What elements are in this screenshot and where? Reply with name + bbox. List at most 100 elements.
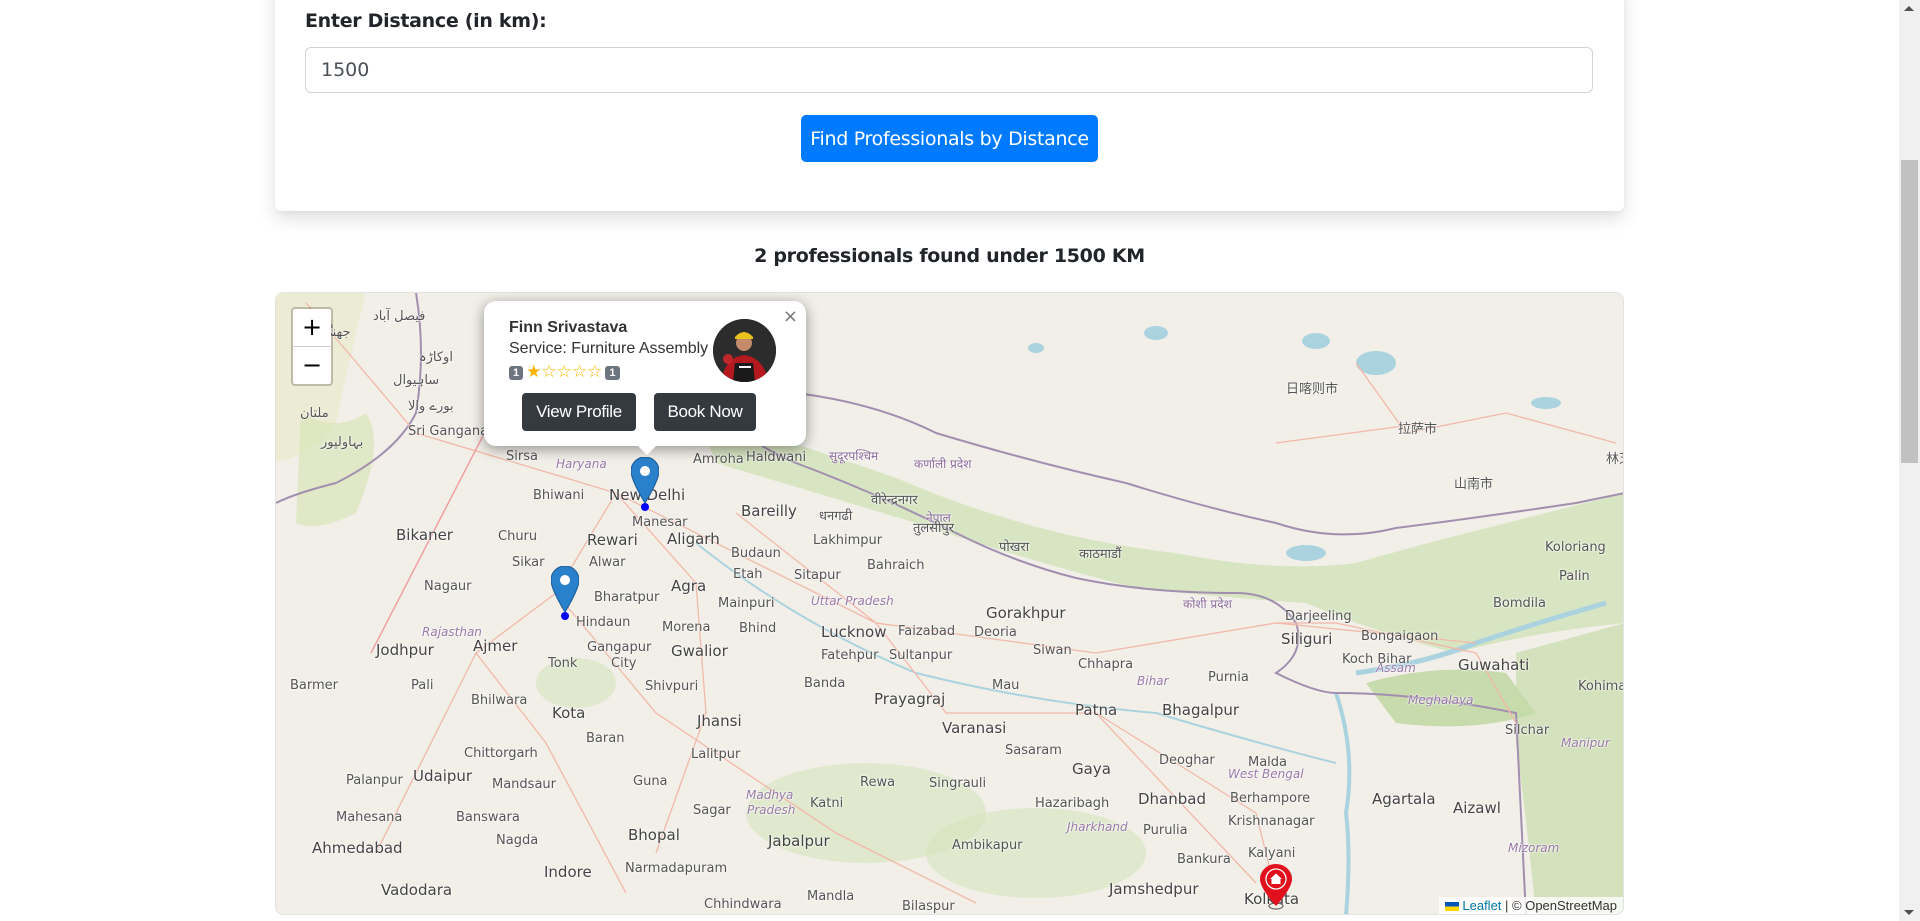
map-river: [1334, 692, 1352, 914]
map-place-label: Guwahati: [1458, 656, 1530, 674]
map-place-label: Narmadapuram: [625, 861, 728, 876]
map-place-label: Silchar: [1505, 723, 1550, 738]
map-place-label: Varanasi: [942, 719, 1007, 737]
star-filled-icon: ★: [526, 362, 542, 381]
view-profile-button[interactable]: View Profile: [522, 393, 636, 431]
map-place-label: Rewari: [587, 531, 638, 549]
map-place-label: Mizoram: [1508, 841, 1560, 855]
map-place-label: 林芝: [1606, 452, 1623, 467]
map-place-label: Indore: [544, 863, 592, 881]
map-place-label: सुदूरपश्चिम: [829, 449, 879, 463]
map-place-label: Etah: [733, 567, 763, 582]
map-place-label: Deoria: [974, 625, 1017, 640]
page: Enter Distance (in km): Find Professiona…: [0, 0, 1899, 921]
map-place-label: Chhapra: [1078, 657, 1134, 672]
map-place-label: Lakhimpur: [813, 533, 883, 548]
map-place-label: Agartala: [1372, 790, 1436, 808]
scrollbar-thumb[interactable]: [1901, 160, 1918, 463]
results-heading: 2 professionals found under 1500 KM: [754, 245, 1145, 267]
find-professionals-button[interactable]: Find Professionals by Distance: [801, 115, 1098, 162]
map-place-label: Bhiwani: [533, 488, 585, 503]
zoom-control: + −: [291, 307, 333, 386]
map-place-label: Chhindwara: [704, 897, 782, 912]
map-place-label: Gorakhpur: [986, 604, 1066, 622]
rating-row: 1 ★☆☆☆☆ 1: [509, 363, 620, 382]
home-marker-kolkata[interactable]: [1260, 864, 1292, 914]
map-place-label: Budaun: [731, 546, 781, 561]
map-place-label: Katni: [810, 796, 844, 811]
map-place-label: Jharkhand: [1067, 820, 1128, 834]
map-place-label: Palin: [1559, 569, 1590, 584]
map-place-label: Prayagraj: [874, 690, 946, 708]
professional-marker-jaipur[interactable]: [550, 565, 580, 617]
star-rating: ★☆☆☆☆: [526, 363, 602, 382]
rating-badge-left: 1: [509, 365, 524, 380]
map-place-label: Vadodara: [381, 881, 453, 899]
professional-service: Service: Furniture Assembly: [509, 340, 709, 357]
popup-close-button[interactable]: ×: [783, 306, 798, 327]
map-place-label: Alwar: [589, 555, 626, 570]
scroll-up-arrow-icon[interactable]: [1904, 6, 1914, 11]
map-place-label: Haldwani: [746, 450, 807, 465]
map-place-label: Aizawl: [1453, 799, 1501, 817]
map-place-label: Darjeeling: [1285, 609, 1352, 624]
professional-avatar: [713, 319, 776, 382]
star-empty-icon: ☆: [541, 362, 557, 381]
map-place-label: Manipur: [1561, 736, 1610, 750]
avatar-image: [713, 319, 776, 382]
map-place-label: Ajmer: [473, 637, 518, 655]
map-lake: [1144, 326, 1168, 340]
map-place-label: Hazaribagh: [1035, 796, 1110, 811]
map-place-label: Guna: [633, 774, 668, 789]
map-region-northeast: [1516, 623, 1623, 914]
map-place-label: Uttar Pradesh: [811, 594, 894, 608]
map-place-label: Deoghar: [1159, 753, 1215, 768]
book-now-button[interactable]: Book Now: [654, 393, 756, 431]
map-place-label: काठमाडौं: [1079, 547, 1122, 562]
map[interactable]: فیصل آباد جهنگ ساہیوال اوکاڑہ بورے والا ملتان…: [275, 292, 1624, 915]
map-place-label: Sirsa: [506, 449, 538, 464]
map-place-label: Barmer: [290, 678, 339, 693]
map-place-label: بہاولپور: [321, 435, 364, 450]
map-place-label: Bilaspur: [902, 899, 955, 914]
map-place-label: Madhya: [746, 788, 794, 802]
zoom-in-button[interactable]: +: [293, 309, 331, 347]
map-place-label: कर्णाली प्रदेश: [914, 457, 972, 471]
zoom-out-button[interactable]: −: [293, 347, 331, 384]
map-place-label: Siliguri: [1281, 630, 1333, 648]
map-region-green: [296, 413, 374, 527]
distance-label: Enter Distance (in km):: [305, 10, 547, 32]
map-lake: [1028, 343, 1044, 353]
map-place-label: Sagar: [693, 803, 731, 818]
map-place-label: Shivpuri: [645, 679, 699, 694]
map-attribution: Leaflet | © OpenStreetMap: [1439, 897, 1623, 914]
map-place-label: Bareilly: [741, 502, 797, 520]
map-pin-icon: [550, 565, 580, 614]
map-place-label: Nagda: [496, 833, 539, 848]
map-lake: [1302, 333, 1330, 349]
map-place-label: Bihar: [1137, 674, 1169, 688]
professional-marker-new-delhi[interactable]: [630, 456, 660, 508]
map-place-label: Kohima: [1578, 679, 1624, 694]
map-place-label: Dhanbad: [1138, 790, 1206, 808]
map-place-label: Berhampore: [1230, 791, 1311, 806]
page-scrollbar[interactable]: [1899, 0, 1920, 921]
map-place-label: Bhagalpur: [1162, 701, 1240, 719]
map-lake: [1286, 545, 1326, 561]
leaflet-link[interactable]: Leaflet: [1462, 898, 1501, 913]
scroll-down-arrow-icon[interactable]: [1904, 910, 1914, 915]
map-place-label: वीरेन्द्रनगर: [871, 493, 918, 508]
map-place-label: Churu: [498, 529, 538, 544]
map-place-label: Bhopal: [628, 826, 680, 844]
map-place-label: Fatehpur: [821, 648, 879, 663]
map-place-label: Assam: [1376, 661, 1416, 675]
map-place-label: Sultanpur: [889, 648, 953, 663]
map-place-label: Manesar: [632, 515, 688, 530]
map-place-label: Mahesana: [336, 810, 403, 825]
distance-input[interactable]: [305, 47, 1593, 93]
map-place-label: Mau: [992, 678, 1020, 693]
map-place-label: Bhind: [739, 621, 777, 636]
osm-attribution: | © OpenStreetMap: [1501, 898, 1617, 913]
map-place-label: 拉萨市: [1398, 422, 1438, 437]
map-place-label: Kota: [552, 704, 586, 722]
